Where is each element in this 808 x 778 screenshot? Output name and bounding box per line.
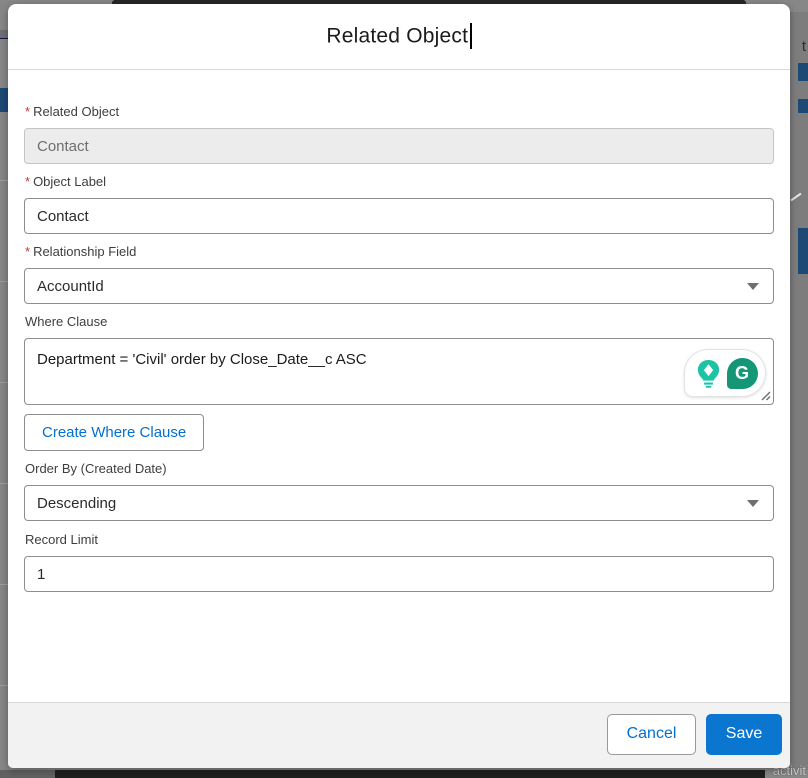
background-left-link-fragment [0, 30, 8, 39]
cancel-button[interactable]: Cancel [607, 714, 696, 755]
related-object-modal: Related Object *Related Object *Object L… [8, 4, 790, 768]
background-right-navy-fragment [798, 63, 808, 81]
background-bottom-bar [55, 770, 765, 778]
save-button[interactable]: Save [706, 714, 782, 755]
background-text-fragment: t [802, 38, 806, 55]
modal-header: Related Object [8, 4, 790, 70]
grammarly-g-icon[interactable]: G [727, 358, 758, 389]
chevron-down-icon [747, 500, 759, 507]
object-label-label: *Object Label [25, 174, 774, 190]
modal-title-text: Related Object [326, 24, 468, 47]
where-clause-label: Where Clause [25, 314, 774, 330]
background-left-divider [0, 180, 8, 181]
relationship-field-value: AccountId [37, 278, 104, 295]
background-right-navy-fragment [798, 99, 808, 113]
object-label-input[interactable] [24, 198, 774, 234]
modal-title[interactable]: Related Object [326, 24, 471, 50]
textarea-resize-handle[interactable] [760, 390, 771, 401]
background-left-divider [0, 584, 8, 585]
modal-body: *Related Object *Object Label *Relations… [8, 70, 790, 702]
related-object-input [24, 128, 774, 164]
related-object-label: *Related Object [25, 104, 774, 120]
record-limit-label: Record Limit [25, 532, 774, 548]
required-asterisk: * [25, 104, 30, 119]
background-left-divider [0, 483, 8, 484]
background-left-navy-fragment [0, 88, 8, 112]
where-clause-wrap: Department = 'Civil' order by Close_Date… [24, 338, 774, 405]
where-clause-textarea[interactable]: Department = 'Civil' order by Close_Date… [24, 338, 774, 405]
background-right-navy-fragment [798, 228, 808, 274]
chevron-down-icon [747, 283, 759, 290]
modal-footer: Cancel Save [8, 702, 790, 768]
required-asterisk: * [25, 174, 30, 189]
order-by-label: Order By (Created Date) [25, 461, 774, 477]
required-asterisk: * [25, 244, 30, 259]
grammarly-widget: G [685, 350, 765, 396]
create-where-clause-button[interactable]: Create Where Clause [24, 414, 204, 451]
relationship-field-label: *Relationship Field [25, 244, 774, 260]
background-left-divider [0, 685, 8, 686]
background-left-divider [0, 382, 8, 383]
relationship-field-select[interactable]: AccountId [24, 268, 774, 304]
background-bottom-left [0, 770, 55, 778]
order-by-select[interactable]: Descending [24, 485, 774, 521]
background-right-sliver: t [790, 12, 808, 770]
background-left-divider [0, 281, 8, 282]
grammarly-lightbulb-icon[interactable] [693, 358, 724, 389]
record-limit-input[interactable] [24, 556, 774, 592]
order-by-value: Descending [37, 495, 116, 512]
text-cursor [470, 23, 472, 49]
